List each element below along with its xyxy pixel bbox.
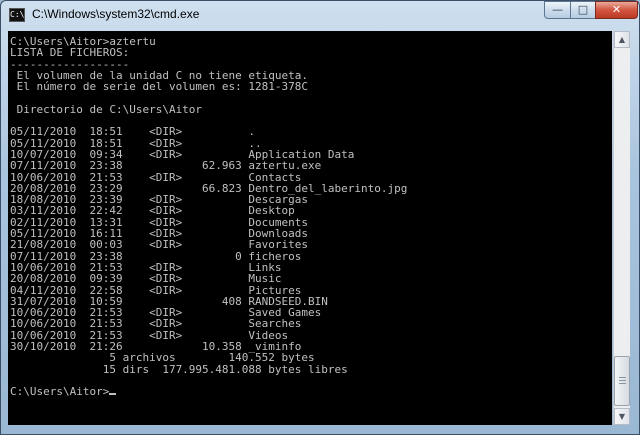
vertical-scrollbar[interactable]: ▲ ▼ (613, 31, 630, 425)
console-text: C:\Users\Aitor>aztertu LISTA DE FICHEROS… (8, 31, 612, 398)
minimize-button[interactable]: — (544, 1, 571, 19)
console-output-area[interactable]: C:\Users\Aitor>aztertu LISTA DE FICHEROS… (8, 31, 612, 425)
title-bar[interactable]: C:\ C:\Windows\system32\cmd.exe — □ ✕ (1, 1, 639, 29)
window-title: C:\Windows\system32\cmd.exe (32, 7, 200, 21)
window-bottom-edge (8, 425, 630, 433)
console-line: Directorio de C:\Users\Aitor (10, 102, 203, 116)
maximize-button[interactable]: □ (570, 1, 596, 19)
console-line: 15 dirs 177.995.481.088 bytes libres (10, 362, 348, 376)
close-button[interactable]: ✕ (595, 1, 638, 19)
scroll-down-button[interactable]: ▼ (614, 408, 630, 425)
cmd-app-icon[interactable]: C:\ (9, 8, 25, 22)
cmd-window: C:\ C:\Windows\system32\cmd.exe — □ ✕ C:… (0, 0, 640, 435)
console-line: El número de serie del volumen es: 1281-… (10, 80, 309, 94)
scrollbar-thumb[interactable] (614, 356, 630, 406)
command-prompt: C:\Users\Aitor> (10, 385, 110, 399)
thumb-grip-line (619, 380, 626, 381)
thumb-grip-line (619, 383, 626, 384)
scroll-up-button[interactable]: ▲ (614, 31, 630, 48)
text-cursor (109, 393, 117, 396)
thumb-grip-line (619, 377, 626, 378)
